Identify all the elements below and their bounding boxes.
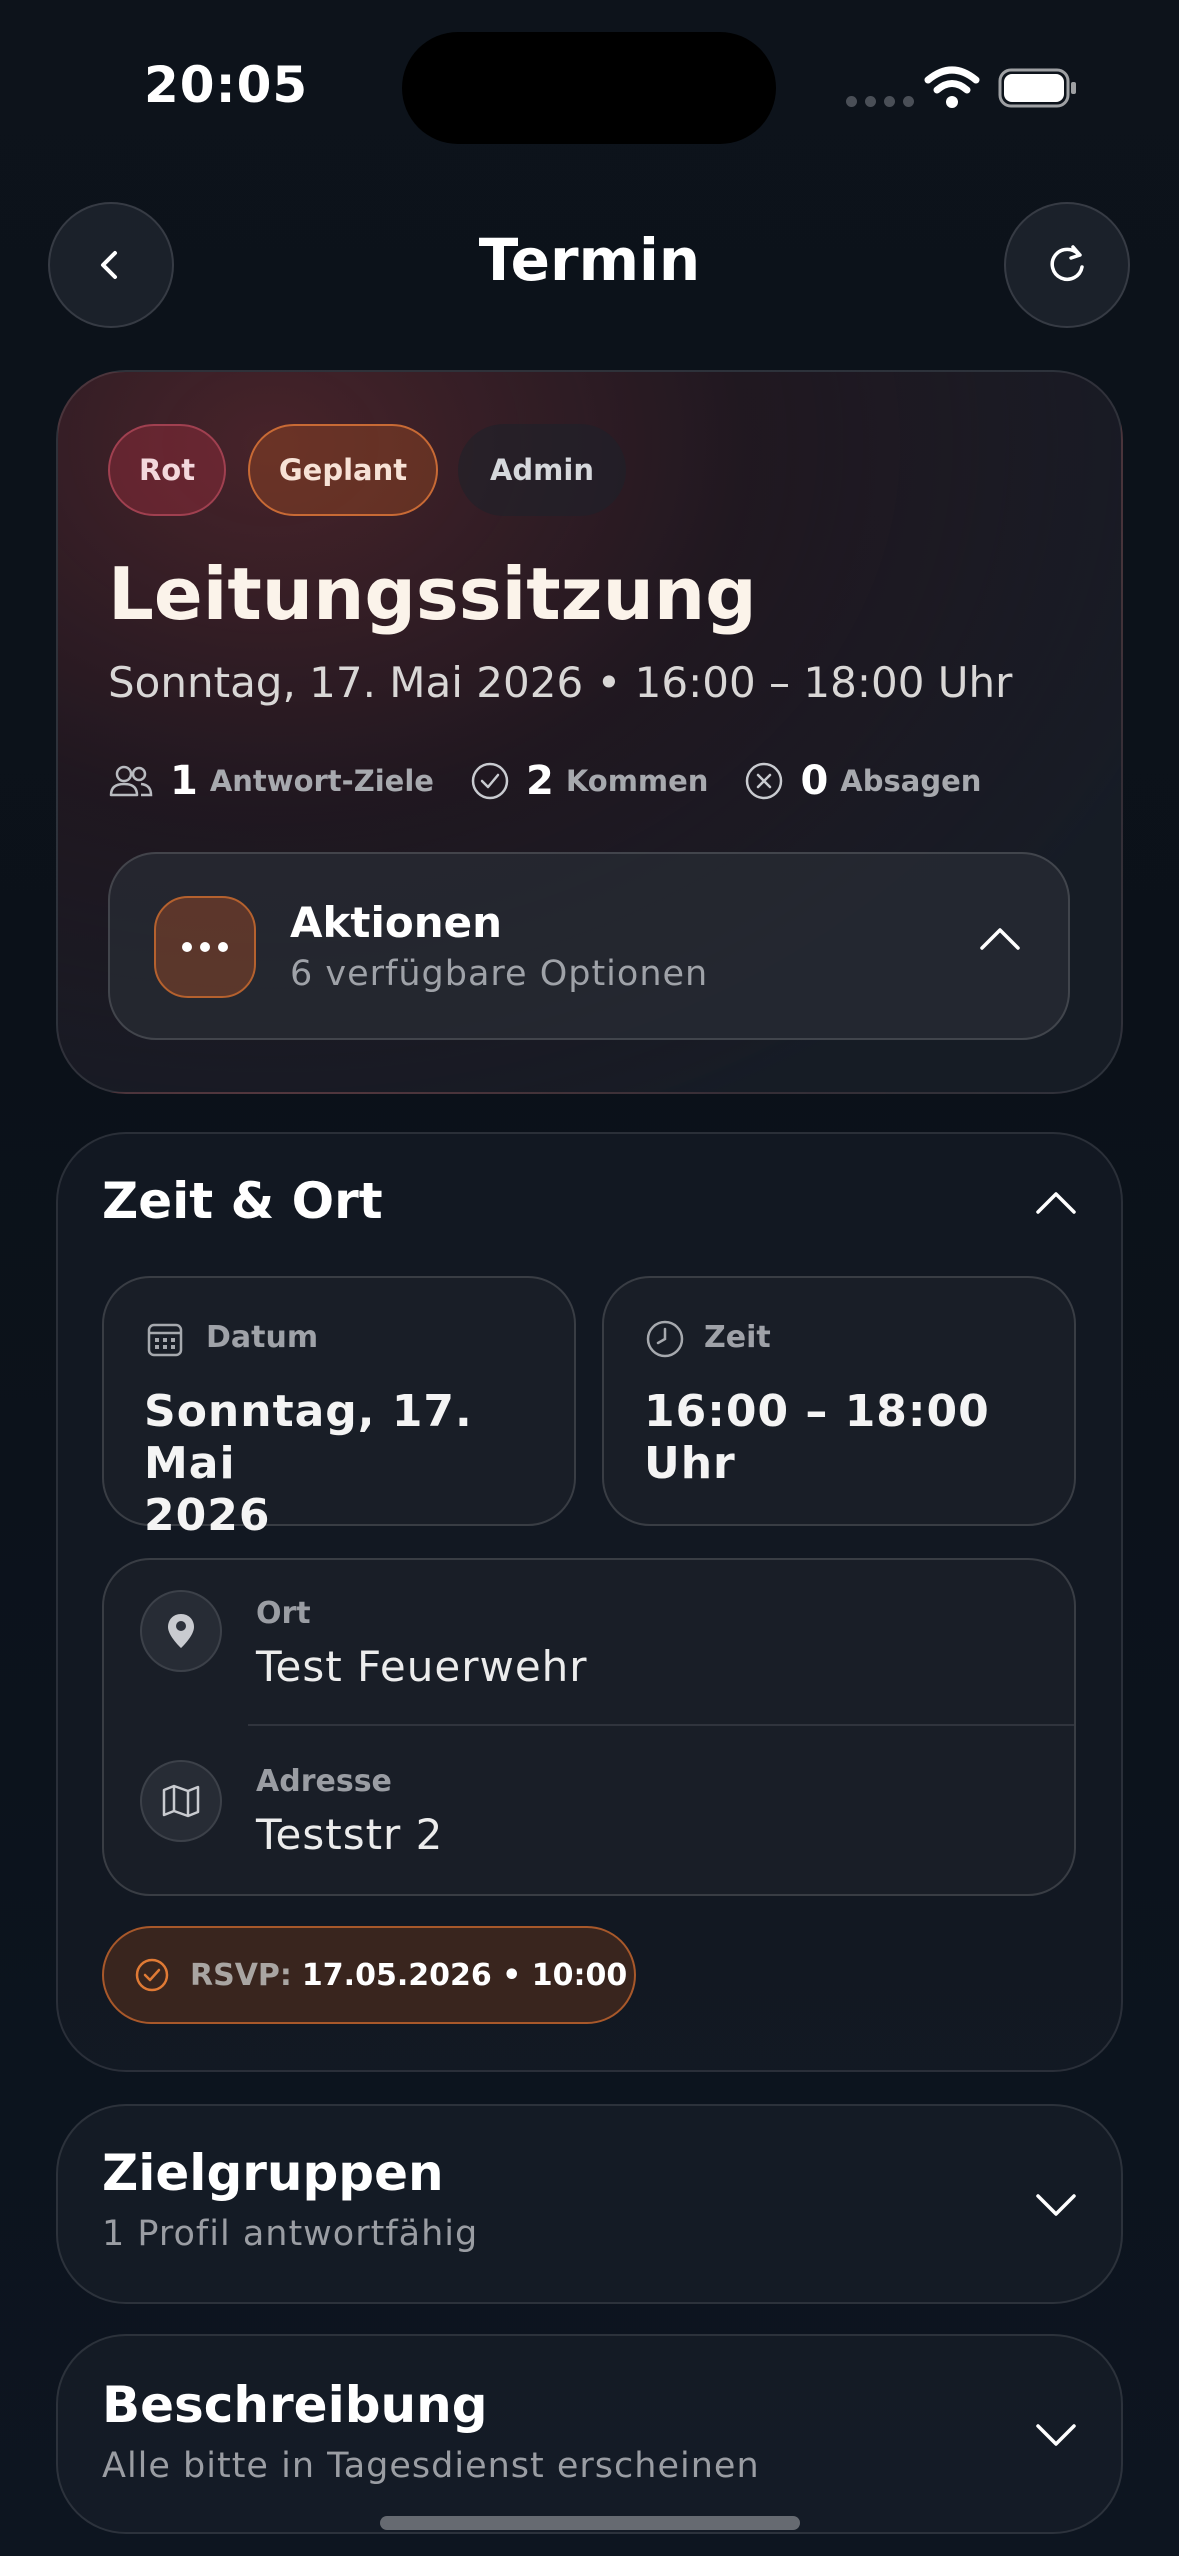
battery-icon xyxy=(998,68,1076,108)
time-tile: Zeit 16:00 – 18:00 Uhr xyxy=(602,1276,1076,1526)
place-label: Ort xyxy=(256,1596,311,1631)
target-groups-subtitle: 1 Profil antwortfähig xyxy=(102,2214,479,2254)
people-icon xyxy=(109,765,153,797)
description-subtitle: Alle bitte in Tagesdienst erscheinen xyxy=(102,2446,760,2486)
check-circle-icon xyxy=(471,762,509,800)
coming-label: Kommen xyxy=(565,764,709,798)
date-label: Datum xyxy=(206,1320,319,1355)
refresh-button[interactable] xyxy=(1004,202,1130,328)
date-value: Sonntag, 17. Mai 2026 xyxy=(144,1386,473,1541)
targets-count: 1 xyxy=(170,758,198,804)
clock-icon xyxy=(646,1320,684,1358)
chevron-down-icon[interactable] xyxy=(1034,2190,1078,2220)
actions-title: Aktionen xyxy=(290,898,503,947)
location-pin-icon xyxy=(140,1590,222,1672)
home-indicator[interactable] xyxy=(380,2516,800,2530)
place-value: Test Feuerwehr xyxy=(256,1642,588,1691)
time-place-title: Zeit & Ort xyxy=(102,1172,383,1230)
dynamic-island xyxy=(402,32,776,144)
actions-subtitle: 6 verfügbare Optionen xyxy=(290,954,709,994)
rsvp-deadline-badge: RSVP: 17.05.2026 • 10:00 xyxy=(102,1926,636,2024)
chevron-down-icon[interactable] xyxy=(1034,2420,1078,2450)
color-chip: Rot xyxy=(108,424,226,516)
address-label: Adresse xyxy=(256,1764,392,1799)
status-badge: Geplant xyxy=(248,424,438,516)
status-bar: 20:05 xyxy=(0,0,1179,170)
rsvp-label: RSVP: xyxy=(190,1957,292,1993)
actions-menu-button[interactable]: Aktionen 6 verfügbare Optionen xyxy=(108,852,1070,1040)
address-value: Teststr 2 xyxy=(256,1810,444,1859)
page-title: Termin xyxy=(478,226,701,294)
status-time: 20:05 xyxy=(144,56,309,114)
targets-label: Antwort-Ziele xyxy=(209,764,434,798)
location-tile xyxy=(102,1558,1076,1896)
time-label: Zeit xyxy=(704,1320,771,1355)
declined-count: 0 xyxy=(800,758,829,804)
map-icon xyxy=(140,1760,222,1842)
response-stats: 1 Antwort-Ziele 2 Kommen 0 Absagen xyxy=(108,756,1017,806)
calendar-icon xyxy=(147,1323,183,1357)
divider xyxy=(248,1724,1074,1726)
rsvp-value: 17.05.2026 • 10:00 xyxy=(301,1957,628,1993)
target-groups-title: Zielgruppen xyxy=(102,2144,444,2202)
date-tile: Datum Sonntag, 17. Mai 2026 xyxy=(102,1276,576,1541)
declined-label: Absagen xyxy=(840,764,982,798)
check-circle-icon xyxy=(135,1958,169,1992)
coming-count: 2 xyxy=(525,758,554,804)
x-circle-icon xyxy=(746,762,783,800)
event-datetime: Sonntag, 17. Mai 2026 • 16:00 – 18:00 Uh… xyxy=(108,658,1013,707)
event-title: Leitungssitzung xyxy=(108,552,757,636)
description-section[interactable] xyxy=(56,2334,1123,2534)
description-title: Beschreibung xyxy=(102,2376,488,2434)
target-groups-section[interactable] xyxy=(56,2104,1123,2304)
more-icon xyxy=(154,896,256,998)
chevron-up-icon xyxy=(980,928,1020,950)
refresh-icon xyxy=(1050,245,1084,282)
time-value: 16:00 – 18:00 Uhr xyxy=(644,1386,990,1489)
role-chip: Admin xyxy=(458,424,626,516)
chevron-up-icon[interactable] xyxy=(1034,1188,1078,1218)
wifi-icon xyxy=(924,66,980,108)
cellular-signal-icon xyxy=(846,96,914,107)
